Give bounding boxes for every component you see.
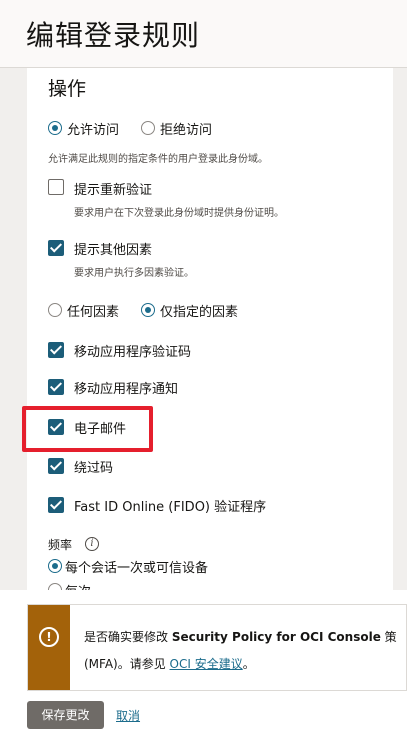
allow-access-hint: 允许满足此规则的指定条件的用户登录此身份域。	[48, 154, 268, 165]
action-section-title: 操作	[48, 78, 87, 100]
security-recommendations-link[interactable]: OCI 安全建议	[170, 657, 243, 671]
frequency-session-label[interactable]: 每个会话一次或可信设备	[65, 557, 208, 576]
warning-stripe: !	[28, 605, 70, 690]
factor-checkbox-email[interactable]	[48, 419, 64, 435]
warning-text: 是否确实要修改 Security Policy for OCI Console …	[84, 630, 397, 644]
factor-label-email[interactable]: 电子邮件	[74, 418, 126, 437]
cancel-button[interactable]: 取消	[116, 707, 140, 724]
form-panel: 操作 允许访问 拒绝访问 允许满足此规则的指定条件的用户登录此身份域。 提示重新…	[22, 68, 393, 590]
factor-label-mobile-passcode[interactable]: 移动应用程序验证码	[74, 341, 191, 360]
deny-access-label[interactable]: 拒绝访问	[160, 119, 212, 138]
allow-access-radio[interactable]	[48, 121, 62, 135]
specified-factor-label[interactable]: 仅指定的因素	[160, 301, 238, 320]
factor-label-mobile-notification[interactable]: 移动应用程序通知	[74, 378, 178, 397]
any-factor-radio[interactable]	[48, 303, 62, 317]
reauth-label[interactable]: 提示重新验证	[74, 179, 152, 198]
specified-factor-radio[interactable]	[141, 303, 155, 317]
reauth-checkbox[interactable]	[48, 179, 64, 195]
other-factors-hint: 要求用户执行多因素验证。	[74, 268, 194, 279]
factor-label-bypass-code[interactable]: 绕过码	[74, 457, 113, 476]
page-title: 编辑登录规则	[26, 19, 201, 52]
save-button[interactable]: 保存更改	[27, 701, 104, 729]
form-scroll-area[interactable]: 操作 允许访问 拒绝访问 允许满足此规则的指定条件的用户登录此身份域。 提示重新…	[0, 68, 407, 590]
warning-icon: !	[39, 627, 59, 647]
frequency-every-radio[interactable]	[48, 583, 62, 590]
other-factors-label[interactable]: 提示其他因素	[74, 239, 152, 258]
factor-checkbox-mobile-notification[interactable]	[48, 379, 64, 395]
footer-actions: 保存更改 取消	[0, 691, 407, 736]
page-header: 编辑登录规则	[0, 0, 407, 68]
info-icon[interactable]: i	[85, 537, 99, 551]
deny-access-radio[interactable]	[141, 121, 155, 135]
factor-checkbox-fido[interactable]	[48, 497, 64, 513]
factor-label-fido[interactable]: Fast ID Online (FIDO) 验证程序	[74, 496, 266, 515]
frequency-session-radio[interactable]	[48, 559, 62, 573]
policy-name: Security Policy for OCI Console	[171, 630, 381, 644]
warning-banner: ! 是否确实要修改 Security Policy for OCI Consol…	[27, 604, 407, 691]
other-factors-checkbox[interactable]	[48, 240, 64, 256]
factor-checkbox-bypass-code[interactable]	[48, 458, 64, 474]
allow-access-label[interactable]: 允许访问	[67, 119, 119, 138]
any-factor-label[interactable]: 任何因素	[67, 301, 119, 320]
scrollbar[interactable]	[393, 68, 407, 590]
frequency-every-label[interactable]: 每次	[65, 581, 91, 590]
frequency-label: 频率	[48, 538, 73, 552]
factor-checkbox-mobile-passcode[interactable]	[48, 342, 64, 358]
reauth-hint: 要求用户在下次登录此身份域时提供身份证明。	[74, 208, 284, 219]
warning-text-line2: (MFA)。请参见 OCI 安全建议。	[84, 657, 255, 671]
